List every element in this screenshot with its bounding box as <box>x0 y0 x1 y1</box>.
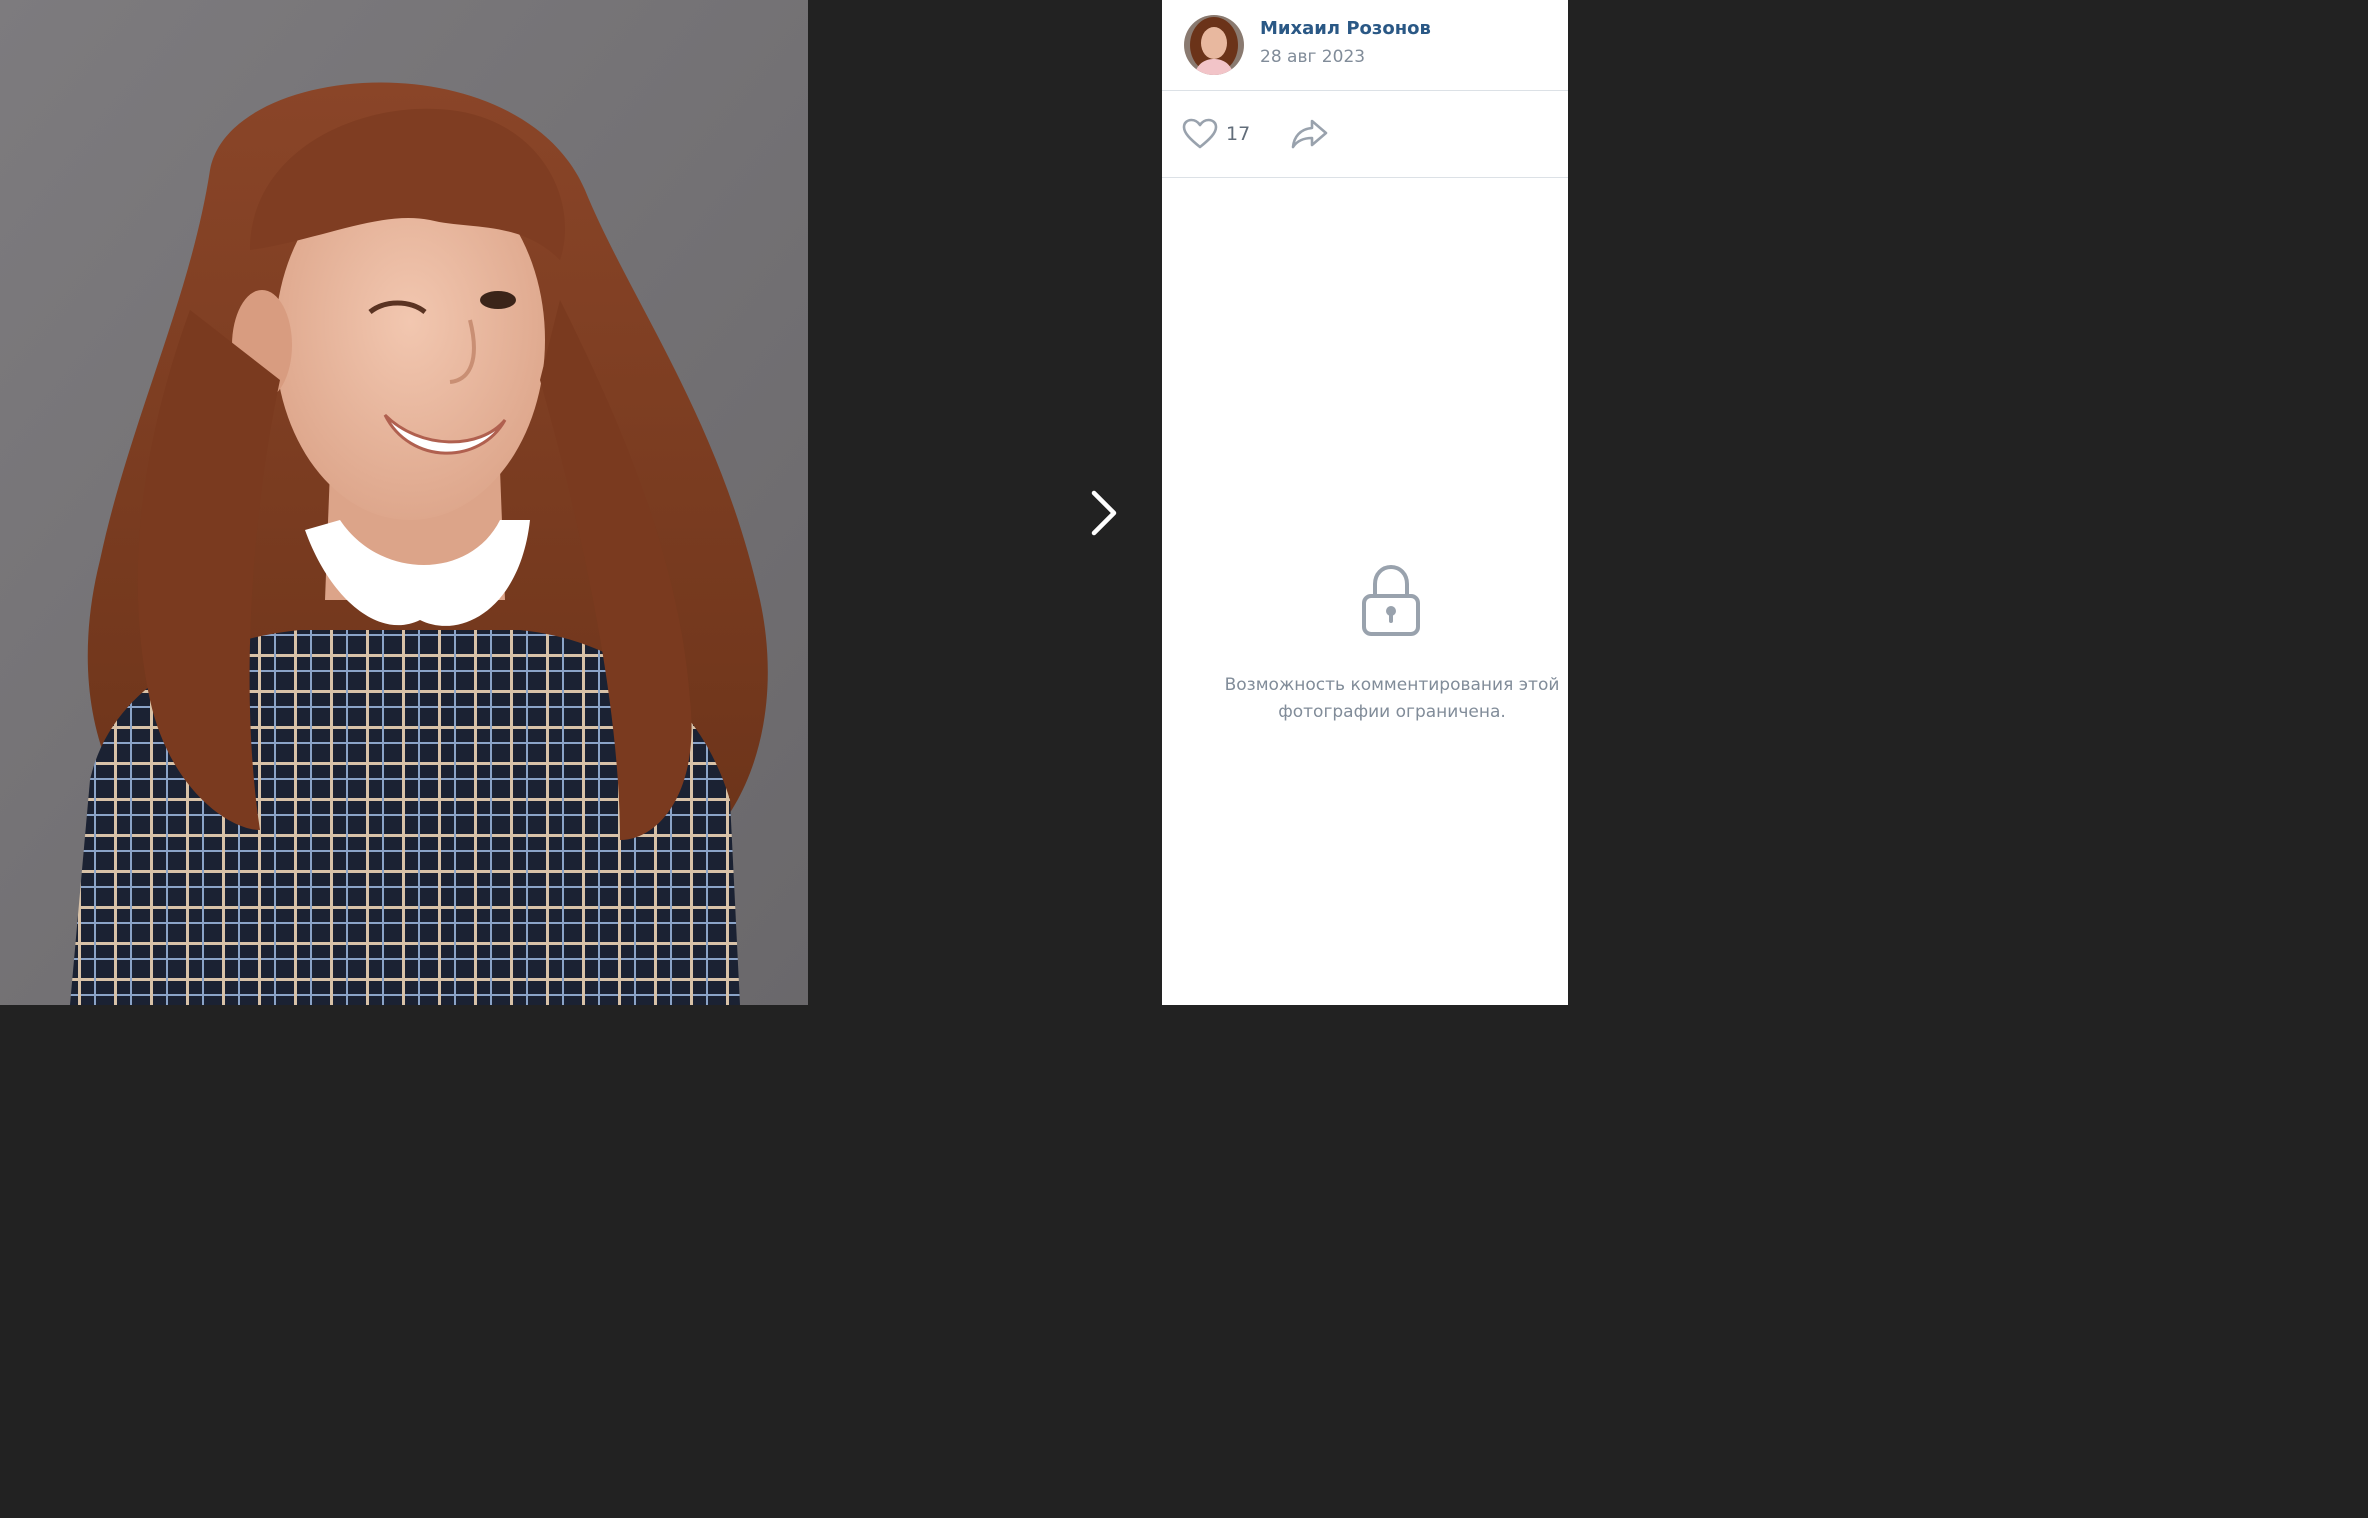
lock-icon <box>1358 564 1424 638</box>
post-actions: 17 <box>1162 91 1568 178</box>
share-arrow-icon <box>1291 119 1328 149</box>
photo[interactable] <box>0 0 808 1005</box>
share-button[interactable] <box>1290 117 1330 151</box>
author-name[interactable]: Михаил Розонов <box>1260 18 1431 39</box>
next-photo-button[interactable] <box>1082 485 1128 541</box>
photo-sidebar: Михаил Розонов 28 авг 2023 17 Возможност… <box>1162 0 1568 1005</box>
comments-restricted-message: Возможность комментирования этой фотогра… <box>1224 675 1560 722</box>
like-count: 17 <box>1226 123 1251 145</box>
post-date[interactable]: 28 авг 2023 <box>1260 47 1365 67</box>
like-button[interactable]: 17 <box>1182 117 1250 151</box>
chevron-right-icon <box>1091 490 1117 536</box>
photo-viewer <box>0 0 1162 1005</box>
avatar[interactable] <box>1184 15 1244 75</box>
post-header: Михаил Розонов 28 авг 2023 <box>1162 0 1568 91</box>
heart-icon <box>1182 118 1218 149</box>
